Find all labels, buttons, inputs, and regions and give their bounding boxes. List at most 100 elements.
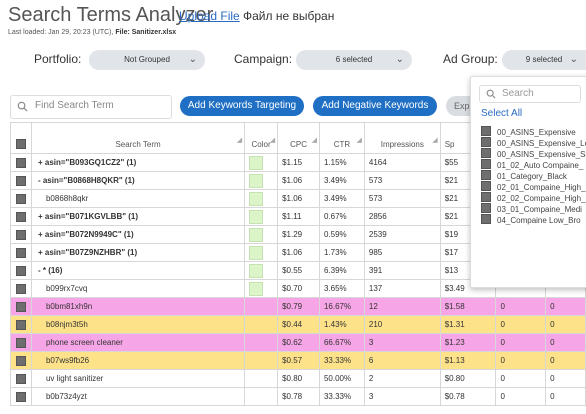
- select-all-link[interactable]: Select All: [481, 108, 522, 119]
- row-checkbox[interactable]: [10, 351, 32, 370]
- table-row[interactable]: b0b73z4yzt $0.78 33.33% 3 $0.78 0 0: [10, 387, 586, 406]
- option-checkbox[interactable]: [481, 181, 491, 191]
- color-cell[interactable]: [244, 207, 279, 226]
- cpc-cell: $1.15: [277, 153, 320, 172]
- adgroup-option[interactable]: 02_02_Compaine_High_: [481, 192, 586, 203]
- col-header-cpc[interactable]: CPC ◢: [277, 135, 320, 154]
- row-checkbox[interactable]: [10, 189, 32, 208]
- resize-handle-icon[interactable]: ◢: [270, 136, 275, 144]
- metric-cell: 0: [545, 333, 586, 352]
- campaign-select[interactable]: 6 selected ⌄: [296, 50, 412, 70]
- row-checkbox[interactable]: [10, 315, 32, 334]
- resize-handle-icon[interactable]: ◢: [357, 136, 362, 144]
- col-header-ctr[interactable]: CTR ◢: [318, 135, 365, 154]
- table-row[interactable]: phone screen cleaner $0.62 66.67% 3 $1.23 0 0: [10, 333, 586, 352]
- adgroup-option[interactable]: 00_ASINS_Expensive_Sa: [481, 148, 586, 159]
- color-swatch[interactable]: [249, 263, 264, 278]
- row-checkbox[interactable]: [10, 279, 32, 298]
- search-term-cell: uv light sanitizer: [30, 369, 246, 388]
- dropdown-search-placeholder: Search: [502, 88, 534, 99]
- color-swatch[interactable]: [249, 173, 264, 188]
- metric-cell: 0: [545, 315, 586, 334]
- row-checkbox[interactable]: [10, 243, 32, 262]
- table-row[interactable]: b07ws9fb26 $0.57 33.33% 6 $1.13 0 0: [10, 351, 586, 370]
- option-checkbox[interactable]: [481, 203, 491, 213]
- adgroup-option[interactable]: 03_01_Compaine_Medi: [481, 203, 582, 214]
- adgroup-option[interactable]: 00_ASINS_Expensive: [481, 126, 576, 137]
- row-checkbox[interactable]: [10, 297, 32, 316]
- impressions-cell: 2: [363, 369, 441, 388]
- option-label: 01_Category_Black: [497, 172, 567, 181]
- row-checkbox[interactable]: [10, 333, 32, 352]
- cpc-cell: $0.62: [277, 333, 320, 352]
- ctr-cell: 33.33%: [318, 351, 365, 370]
- resize-handle-icon[interactable]: ◢: [432, 136, 437, 144]
- color-cell[interactable]: [244, 387, 279, 406]
- color-cell[interactable]: [244, 171, 279, 190]
- ctr-cell: 50.00%: [318, 369, 365, 388]
- dropdown-search-input[interactable]: Search: [479, 85, 581, 103]
- option-checkbox[interactable]: [481, 214, 491, 224]
- table-row[interactable]: uv light sanitizer $0.80 50.00% 2 $0.80 0 0: [10, 369, 586, 388]
- color-cell[interactable]: [244, 153, 279, 172]
- row-checkbox[interactable]: [10, 153, 32, 172]
- row-checkbox[interactable]: [10, 261, 32, 280]
- adgroup-select[interactable]: 9 selected ⌄: [502, 50, 586, 70]
- option-label: 00_ASINS_Expensive: [497, 128, 576, 137]
- color-cell[interactable]: [244, 279, 279, 298]
- color-swatch[interactable]: [249, 227, 264, 242]
- row-checkbox[interactable]: [10, 225, 32, 244]
- select-all-checkbox[interactable]: [10, 135, 32, 154]
- option-checkbox[interactable]: [481, 148, 491, 158]
- color-cell[interactable]: [244, 261, 279, 280]
- upload-file-link[interactable]: Upload File: [179, 9, 240, 23]
- search-term-cell: + asin="B093GQ1CZ2" (1): [30, 153, 246, 172]
- adgroup-option[interactable]: 00_ASINS_Expensive_Lo: [481, 137, 586, 148]
- row-checkbox[interactable]: [10, 369, 32, 388]
- metric-cell: 0: [495, 333, 547, 352]
- col-header-impressions[interactable]: Impressions ◢: [363, 135, 441, 154]
- adgroup-dropdown-panel: Search Select All 00_ASINS_Expensive 00_A…: [470, 76, 586, 288]
- adgroup-option[interactable]: 02_01_Compaine_High_: [481, 181, 586, 192]
- portfolio-select[interactable]: Not Grouped ⌄: [89, 50, 205, 70]
- table-row[interactable]: b08njm3t5h $0.44 1.43% 210 $1.31 0 0: [10, 315, 586, 334]
- color-swatch[interactable]: [249, 155, 264, 170]
- option-checkbox[interactable]: [481, 192, 491, 202]
- color-swatch[interactable]: [249, 245, 264, 260]
- option-checkbox[interactable]: [481, 126, 491, 136]
- col-header-color[interactable]: Color ◢: [244, 135, 279, 154]
- search-term-cell: b099rx7cvq: [30, 279, 246, 298]
- search-term-cell: + asin="B07Z9NZHBR" (1): [30, 243, 246, 262]
- color-swatch[interactable]: [249, 191, 264, 206]
- adgroup-option[interactable]: 04_Compaine Low_Bro: [481, 214, 581, 225]
- adgroup-option[interactable]: 01_Category_Black: [481, 170, 567, 181]
- option-checkbox[interactable]: [481, 137, 491, 147]
- adgroup-option[interactable]: 01_02_Auto Compaine_: [481, 159, 583, 170]
- color-cell[interactable]: [244, 369, 279, 388]
- color-cell[interactable]: [244, 315, 279, 334]
- add-keywords-targeting-button[interactable]: Add Keywords Targeting: [180, 96, 304, 116]
- option-checkbox[interactable]: [481, 159, 491, 169]
- resize-handle-icon[interactable]: ◢: [237, 136, 242, 144]
- color-cell[interactable]: [244, 351, 279, 370]
- resize-handle-icon[interactable]: ◢: [312, 136, 317, 144]
- color-swatch[interactable]: [249, 209, 264, 224]
- add-negative-keywords-button[interactable]: Add Negative Keywords: [313, 96, 437, 116]
- col-header-search-term[interactable]: Search Term ◢: [30, 135, 246, 154]
- color-cell[interactable]: [244, 189, 279, 208]
- color-cell[interactable]: [244, 225, 279, 244]
- cpc-cell: $0.78: [277, 387, 320, 406]
- search-term-input[interactable]: Find Search Term: [10, 95, 172, 119]
- color-swatch[interactable]: [249, 281, 264, 296]
- row-checkbox[interactable]: [10, 387, 32, 406]
- search-term-cell: phone screen cleaner: [30, 333, 246, 352]
- color-cell[interactable]: [244, 297, 279, 316]
- row-checkbox[interactable]: [10, 171, 32, 190]
- row-checkbox[interactable]: [10, 207, 32, 226]
- color-cell[interactable]: [244, 243, 279, 262]
- table-row[interactable]: b0bm81xh9n $0.79 16.67% 12 $1.58 0 0: [10, 297, 586, 316]
- file-status: Файл не выбран: [243, 9, 335, 23]
- color-cell[interactable]: [244, 333, 279, 352]
- option-checkbox[interactable]: [481, 170, 491, 180]
- cpc-cell: $1.29: [277, 225, 320, 244]
